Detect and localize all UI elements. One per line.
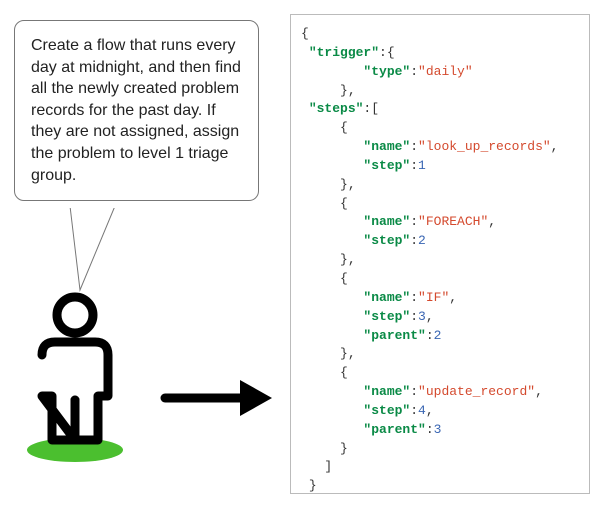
code-output: { "trigger":{ "type":"daily" }, "steps":… — [290, 14, 590, 494]
val-3: 3 — [418, 309, 426, 324]
key-parent: "parent" — [363, 328, 425, 343]
val-1: 1 — [418, 158, 426, 173]
speech-bubble: Create a flow that runs every day at mid… — [14, 20, 259, 201]
person-icon — [10, 290, 150, 475]
val-update: "update_record" — [418, 384, 535, 399]
val-foreach: "FOREACH" — [418, 214, 488, 229]
val-daily: "daily" — [418, 64, 473, 79]
key-steps: "steps" — [309, 101, 364, 116]
speech-text: Create a flow that runs every day at mid… — [31, 37, 241, 184]
val-if: "IF" — [418, 290, 449, 305]
key-trigger: "trigger" — [309, 45, 379, 60]
key-step: "step" — [363, 233, 410, 248]
key-name: "name" — [363, 139, 410, 154]
arrow-right-icon — [160, 368, 280, 433]
val-2: 2 — [418, 233, 426, 248]
key-parent: "parent" — [363, 422, 425, 437]
key-step: "step" — [363, 403, 410, 418]
key-type: "type" — [363, 64, 410, 79]
key-step: "step" — [363, 158, 410, 173]
key-name: "name" — [363, 290, 410, 305]
val-p3: 3 — [434, 422, 442, 437]
key-name: "name" — [363, 214, 410, 229]
val-4: 4 — [418, 403, 426, 418]
val-lookup: "look_up_records" — [418, 139, 551, 154]
val-p2: 2 — [434, 328, 442, 343]
key-name: "name" — [363, 384, 410, 399]
key-step: "step" — [363, 309, 410, 324]
